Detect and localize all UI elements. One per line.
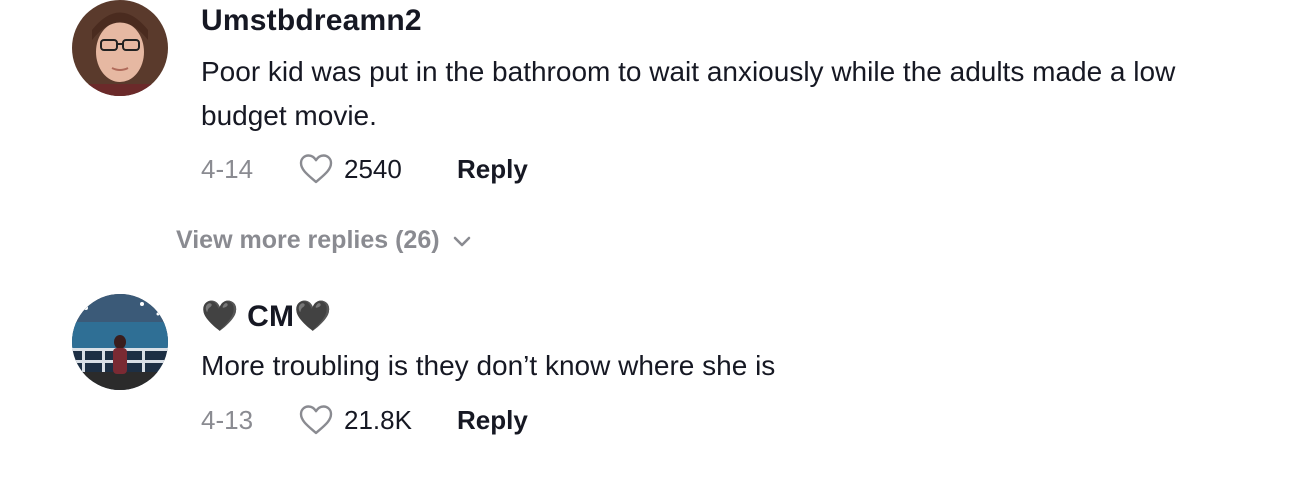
reply-button[interactable]: Reply bbox=[457, 405, 528, 436]
view-more-replies-label: View more replies (26) bbox=[176, 226, 440, 254]
user-avatar-photo bbox=[72, 294, 168, 390]
like-button[interactable]: 21.8K bbox=[298, 404, 457, 436]
chevron-down-icon bbox=[453, 236, 470, 246]
comment-text: More troubling is they don’t know where … bbox=[201, 350, 776, 381]
heart-outline-icon bbox=[299, 154, 333, 184]
comment-date: 4-14 bbox=[201, 153, 254, 184]
heart-outline-icon bbox=[299, 405, 333, 435]
view-more-replies-button[interactable]: View more replies (26) bbox=[176, 226, 472, 255]
comment-username[interactable]: Umstbdreamn2 bbox=[201, 4, 422, 38]
like-count: 21.8K bbox=[344, 404, 412, 435]
comment-date: 4-13 bbox=[201, 404, 254, 435]
avatar[interactable] bbox=[72, 0, 168, 96]
comment-meta: 4-13 21.8K Reply bbox=[201, 403, 528, 437]
comment-meta: 4-14 2540 Reply bbox=[201, 152, 528, 186]
reply-button[interactable]: Reply bbox=[457, 154, 528, 185]
like-count: 2540 bbox=[344, 153, 402, 184]
comment-username[interactable]: 🖤 CM🖤 bbox=[201, 299, 332, 334]
avatar[interactable] bbox=[72, 294, 168, 390]
user-avatar-photo bbox=[72, 0, 168, 96]
like-button[interactable]: 2540 bbox=[298, 153, 457, 185]
comment-text: Poor kid was put in the bathroom to wait… bbox=[201, 56, 1176, 131]
